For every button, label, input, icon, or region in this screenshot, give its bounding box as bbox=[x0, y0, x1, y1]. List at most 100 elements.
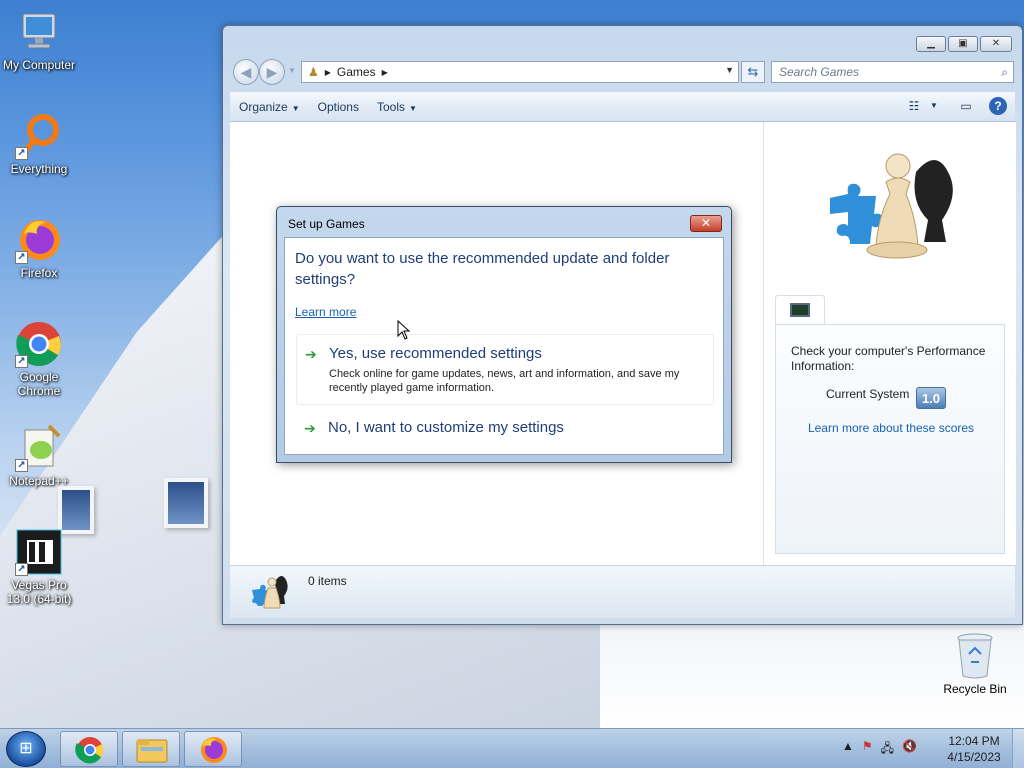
desktop-icon-my-computer[interactable]: My Computer bbox=[0, 8, 78, 72]
games-folder-icon: ♟ bbox=[308, 65, 319, 79]
search-placeholder: Search Games bbox=[779, 65, 860, 79]
dialog-close-button[interactable]: ✕ bbox=[690, 215, 722, 232]
command-bar-right: ☷ ▼ ▭ ? bbox=[905, 97, 1007, 115]
start-button[interactable]: ⊞ bbox=[6, 731, 46, 767]
dialog-body: Do you want to use the recommended updat… bbox=[284, 237, 724, 455]
desktop-icon-label: Google Chrome bbox=[17, 370, 61, 398]
dialog-title: Set up Games bbox=[288, 217, 365, 231]
maximize-button[interactable]: ▣ bbox=[948, 36, 978, 52]
tools-label: Tools bbox=[376, 99, 405, 114]
search-input[interactable]: Search Games ⌕ bbox=[771, 61, 1014, 83]
mouse-cursor-icon bbox=[397, 319, 411, 340]
system-tray: ▲ ⚑ 🖧 🔇 bbox=[842, 739, 917, 760]
use-recommended-settings-option[interactable]: ➔ Yes, use recommended settings Check on… bbox=[296, 334, 714, 405]
command-bar: Organize ▼ Options Tools ▼ ☷ ▼ ▭ ? bbox=[230, 92, 1015, 122]
firefox-icon bbox=[201, 737, 227, 763]
forward-button[interactable]: ▶ bbox=[259, 59, 285, 85]
desktop-icon-notepad-plus-plus[interactable]: ↗ Notepad++ bbox=[0, 424, 78, 488]
desktop-icon-label: Firefox bbox=[20, 266, 58, 280]
organize-menu[interactable]: Organize ▼ bbox=[230, 100, 309, 114]
taskbar-firefox-button[interactable] bbox=[184, 731, 242, 767]
desktop-icon-vegas-pro[interactable]: ↗ Vegas Pro 13.0 (64-bit) bbox=[0, 528, 78, 606]
desktop-icon-label: Everything bbox=[10, 162, 68, 176]
performance-score-badge: 1.0 bbox=[916, 387, 946, 409]
chevron-down-icon: ▼ bbox=[409, 103, 417, 113]
show-desktop-button[interactable] bbox=[1012, 729, 1024, 768]
preview-pane-icon[interactable]: ▭ bbox=[957, 97, 975, 115]
shortcut-arrow-icon: ↗ bbox=[15, 563, 28, 576]
wallpaper-window bbox=[58, 486, 94, 534]
windows-logo-icon: ⊞ bbox=[19, 740, 33, 757]
games-small-icon bbox=[250, 572, 294, 615]
show-hidden-icons-icon[interactable]: ▲ bbox=[842, 739, 854, 760]
chrome-icon: ↗ bbox=[15, 320, 63, 368]
close-button[interactable]: ✕ bbox=[980, 36, 1012, 52]
options-menu[interactable]: Options bbox=[309, 100, 368, 114]
folder-icon bbox=[136, 739, 168, 763]
item-count: 0 items bbox=[308, 574, 347, 588]
performance-intro: Check your computer's Performance Inform… bbox=[791, 344, 986, 373]
games-illustration-icon bbox=[820, 142, 970, 272]
organize-label: Organize bbox=[239, 99, 288, 114]
shortcut-arrow-icon: ↗ bbox=[15, 251, 28, 264]
green-arrow-icon: ➔ bbox=[305, 346, 317, 362]
status-bar: 0 items bbox=[230, 565, 1015, 618]
film-strip-icon: ↗ bbox=[15, 528, 63, 576]
taskbar-chrome-button[interactable] bbox=[60, 731, 118, 767]
setup-games-dialog: Set up Games ✕ Do you want to use the re… bbox=[276, 206, 732, 463]
shortcut-arrow-icon: ↗ bbox=[15, 147, 28, 160]
options-label: Options bbox=[317, 99, 359, 114]
recycle-bin-icon bbox=[955, 632, 995, 680]
navigation-bar: ◀ ▶ ▼ ♟ ▶ Games ▶ ▼ ⇆ Search Games ⌕ bbox=[231, 59, 1014, 85]
desktop-icon-label: My Computer bbox=[2, 58, 76, 72]
tools-menu[interactable]: Tools ▼ bbox=[368, 100, 426, 114]
back-button[interactable]: ◀ bbox=[233, 59, 259, 85]
desktop-icon-recycle-bin[interactable]: Recycle Bin bbox=[940, 632, 1010, 696]
notepad-plus-plus-icon: ↗ bbox=[15, 424, 63, 472]
clock[interactable]: 12:04 PM 4/15/2023 bbox=[940, 733, 1008, 765]
computer-icon bbox=[15, 8, 63, 56]
chrome-icon bbox=[75, 737, 104, 764]
minimize-button[interactable]: ▁ bbox=[916, 36, 946, 52]
desktop-icon-label: Recycle Bin bbox=[943, 682, 1007, 696]
everything-search-icon: ↗ bbox=[15, 112, 63, 160]
breadcrumb-games[interactable]: Games bbox=[337, 65, 376, 79]
search-icon[interactable]: ⌕ bbox=[1001, 62, 1008, 82]
taskbar-explorer-button[interactable] bbox=[122, 731, 180, 767]
learn-more-scores-link[interactable]: Learn more about these scores bbox=[776, 421, 1006, 435]
performance-tab[interactable] bbox=[775, 295, 825, 325]
clock-time: 12:04 PM bbox=[948, 734, 1000, 748]
performance-panel: Check your computer's Performance Inform… bbox=[775, 324, 1005, 554]
recent-pages-dropdown-icon[interactable]: ▼ bbox=[288, 66, 296, 75]
desktop-icon-label: Vegas Pro 13.0 (64-bit) bbox=[6, 578, 72, 606]
taskbar: ⊞ ▲ ⚑ 🖧 🔇 12:04 PM 4/15/2023 bbox=[0, 728, 1024, 768]
volume-muted-icon[interactable]: 🔇 bbox=[902, 739, 917, 760]
option-title: Yes, use recommended settings bbox=[329, 345, 542, 362]
desktop-icon-label: Notepad++ bbox=[9, 474, 69, 488]
help-icon[interactable]: ? bbox=[989, 97, 1007, 115]
desktop-icon-firefox[interactable]: ↗ Firefox bbox=[0, 216, 78, 280]
address-bar[interactable]: ♟ ▶ Games ▶ ▼ bbox=[301, 61, 739, 83]
wallpaper-window bbox=[164, 478, 208, 528]
breadcrumb-separator-icon[interactable]: ▶ bbox=[382, 68, 388, 77]
view-dropdown-icon[interactable]: ▼ bbox=[925, 97, 943, 115]
action-center-flag-icon[interactable]: ⚑ bbox=[862, 739, 873, 760]
desktop-icon-everything[interactable]: ↗ Everything bbox=[0, 112, 78, 176]
chevron-down-icon: ▼ bbox=[291, 103, 300, 113]
address-dropdown-icon[interactable]: ▼ bbox=[725, 65, 734, 75]
current-system-label: Current System bbox=[826, 387, 910, 401]
green-arrow-icon: ➔ bbox=[304, 420, 316, 436]
option-title: No, I want to customize my settings bbox=[328, 419, 564, 436]
customize-settings-option[interactable]: ➔ No, I want to customize my settings bbox=[296, 412, 714, 446]
network-icon[interactable]: 🖧 bbox=[881, 739, 894, 760]
option-description: Check online for game updates, news, art… bbox=[329, 368, 680, 394]
view-options-icon[interactable]: ☷ bbox=[905, 97, 923, 115]
refresh-button[interactable]: ⇆ bbox=[741, 61, 765, 83]
learn-more-link[interactable]: Learn more bbox=[295, 305, 356, 319]
shortcut-arrow-icon: ↗ bbox=[15, 355, 28, 368]
window-caption-buttons: ▁ ▣ ✕ bbox=[916, 36, 1012, 52]
clock-date: 4/15/2023 bbox=[947, 750, 1001, 764]
desktop-icon-google-chrome[interactable]: ↗ Google Chrome bbox=[0, 320, 78, 398]
firefox-icon: ↗ bbox=[15, 216, 63, 264]
breadcrumb-separator-icon[interactable]: ▶ bbox=[325, 68, 331, 77]
